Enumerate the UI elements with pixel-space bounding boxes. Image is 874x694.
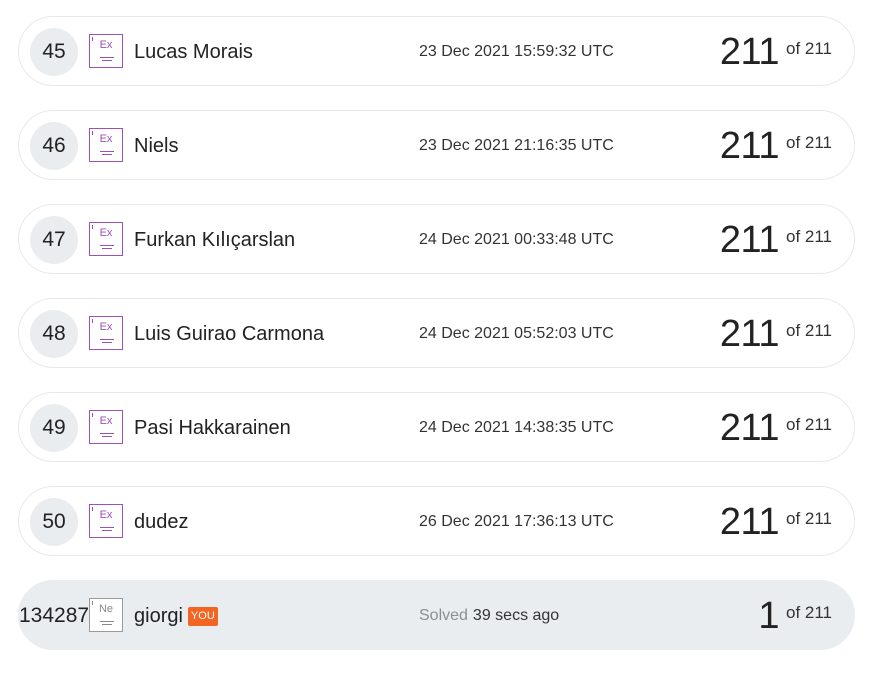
- you-badge: YOU: [187, 606, 218, 626]
- leaderboard-row: 48 Ex Luis Guirao Carmona 24 Dec 2021 05…: [18, 298, 855, 368]
- level-badge-icon: Ex: [89, 316, 123, 350]
- leaderboard-row: 47 Ex Furkan Kılıçarslan 24 Dec 2021 00:…: [18, 204, 855, 274]
- rank-number: 48: [30, 310, 78, 358]
- level-badge-icon: Ex: [89, 504, 123, 538]
- level-badge-text: Ex: [99, 415, 113, 427]
- score-total: of 211: [785, 321, 832, 340]
- solve-time: Solved 39 secs ago: [419, 581, 559, 651]
- solve-time: 23 Dec 2021 15:59:32 UTC: [419, 43, 614, 60]
- score: 211 of 211: [720, 487, 832, 557]
- level-badge-icon: Ex: [89, 410, 123, 444]
- level-badge-icon: Ne: [89, 598, 123, 632]
- score: 211 of 211: [720, 299, 832, 369]
- rank-number: 134287: [19, 604, 90, 627]
- level-badge-icon: Ex: [89, 34, 123, 68]
- score-total: of 211: [785, 133, 832, 152]
- score-value: 211: [719, 218, 780, 261]
- score-total: of 211: [785, 603, 832, 622]
- score-value: 211: [719, 124, 780, 167]
- solve-time: 24 Dec 2021 05:52:03 UTC: [419, 325, 614, 342]
- leaderboard-row: 45 Ex Lucas Morais 23 Dec 2021 15:59:32 …: [18, 16, 855, 86]
- current-user-row: 134287 Ne giorgi YOU Solved 39 secs ago …: [18, 580, 855, 650]
- rank-number: 46: [30, 122, 78, 170]
- score-total: of 211: [785, 415, 832, 434]
- rank-number: 50: [30, 498, 78, 546]
- rank-number: 45: [30, 28, 78, 76]
- solve-time: 23 Dec 2021 21:16:35 UTC: [419, 137, 614, 154]
- solve-time: 24 Dec 2021 14:38:35 UTC: [419, 419, 614, 436]
- score-value: 211: [719, 30, 780, 73]
- player-name[interactable]: Lucas Morais: [134, 17, 253, 87]
- player-name[interactable]: Furkan Kılıçarslan: [134, 205, 295, 275]
- rank-number: 47: [30, 216, 78, 264]
- score-total: of 211: [785, 509, 832, 528]
- level-badge-text: Ex: [99, 227, 113, 239]
- player-name[interactable]: giorgi: [134, 605, 183, 628]
- solved-label: Solved: [419, 607, 468, 624]
- score: 211 of 211: [720, 17, 832, 87]
- score-value: 211: [719, 500, 780, 543]
- score: 211 of 211: [720, 205, 832, 275]
- score-total: of 211: [785, 227, 832, 246]
- level-badge-text: Ex: [99, 39, 113, 51]
- level-badge-text: Ex: [99, 321, 113, 333]
- score-total: of 211: [785, 39, 832, 58]
- solve-time-value: 39 secs ago: [472, 607, 560, 624]
- leaderboard-list: 45 Ex Lucas Morais 23 Dec 2021 15:59:32 …: [18, 16, 855, 674]
- level-badge-text: Ex: [99, 509, 113, 521]
- player-name[interactable]: dudez: [134, 487, 189, 557]
- score-value: 211: [719, 312, 780, 355]
- score-value: 211: [719, 406, 780, 449]
- player-name[interactable]: Niels: [134, 111, 178, 181]
- level-badge-icon: Ex: [89, 222, 123, 256]
- rank-number: 49: [30, 404, 78, 452]
- leaderboard-row: 46 Ex Niels 23 Dec 2021 21:16:35 UTC 211…: [18, 110, 855, 180]
- solve-time: 24 Dec 2021 00:33:48 UTC: [419, 231, 614, 248]
- leaderboard-row: 49 Ex Pasi Hakkarainen 24 Dec 2021 14:38…: [18, 392, 855, 462]
- score: 1 of 211: [758, 581, 832, 651]
- score: 211 of 211: [720, 393, 832, 463]
- player-name[interactable]: Pasi Hakkarainen: [134, 393, 291, 463]
- player-name[interactable]: Luis Guirao Carmona: [134, 299, 324, 369]
- solve-time: 26 Dec 2021 17:36:13 UTC: [419, 513, 614, 530]
- score-value: 1: [758, 594, 779, 637]
- player-name-container: giorgi YOU: [134, 581, 218, 651]
- level-badge-icon: Ex: [89, 128, 123, 162]
- level-badge-text: Ne: [98, 603, 114, 615]
- score: 211 of 211: [720, 111, 832, 181]
- level-badge-text: Ex: [99, 133, 113, 145]
- leaderboard-row: 50 Ex dudez 26 Dec 2021 17:36:13 UTC 211…: [18, 486, 855, 556]
